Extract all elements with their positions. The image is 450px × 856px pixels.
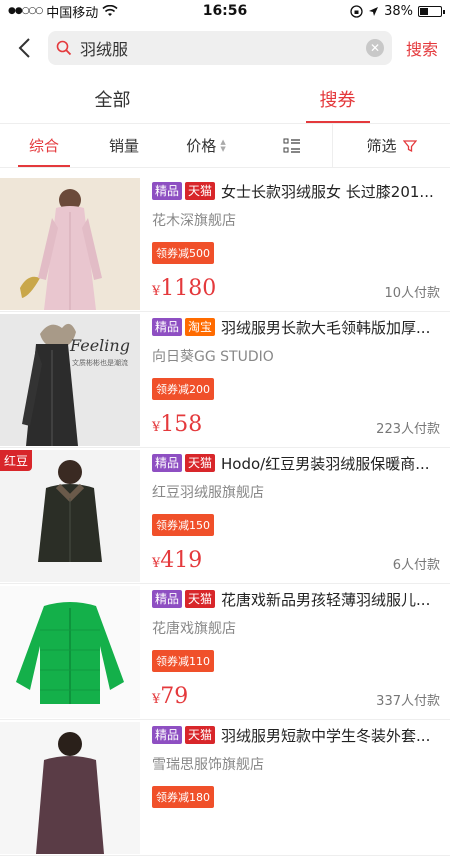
product-image[interactable] [0, 586, 140, 718]
search-button[interactable]: 搜索 [402, 36, 442, 60]
product-item[interactable]: 精品 天猫 女士长款羽绒服女 长过膝201... 花木深旗舰店 领券减500 ¥… [0, 176, 450, 312]
title-row: 精品 天猫 Hodo/红豆男装羽绒服保暖商... [152, 452, 442, 474]
shop-name: 花木深旗舰店 [152, 213, 236, 229]
title-row: 精品 天猫 羽绒服男短款中学生冬装外套... [152, 724, 442, 746]
product-price: ¥1180 [152, 276, 216, 301]
taobao-tag: 淘宝 [185, 318, 216, 336]
title-row: 精品 淘宝 羽绒服男长款大毛领韩版加厚... [152, 316, 442, 338]
funnel-icon [402, 139, 417, 152]
battery-icon [418, 5, 445, 17]
rotation-lock-icon [350, 4, 363, 18]
shop-name: 向日葵GG STUDIO [152, 349, 274, 365]
filter-screen-label: 筛选 [366, 137, 397, 155]
image-subtext: 文质彬彬也是潮流 [72, 359, 128, 367]
boutique-tag: 精品 [152, 590, 183, 608]
sold-count: 6人付款 [392, 558, 440, 573]
product-info: 精品 淘宝 羽绒服男长款大毛领韩版加厚... 向日葵GG STUDIO 领券减2… [140, 312, 450, 447]
price-value: 79 [160, 684, 189, 709]
coat-illustration [0, 314, 140, 446]
sort-arrows-icon: ▲ ▼ [220, 137, 226, 153]
product-image[interactable] [0, 722, 140, 854]
location-icon [369, 6, 379, 16]
clear-icon[interactable]: ✕ [365, 39, 384, 57]
coupon-badge[interactable]: 领券减180 [152, 786, 214, 808]
search-icon [56, 40, 72, 56]
coupon-badge[interactable]: 领券减200 [152, 378, 214, 400]
shop-name: 红豆羽绒服旗舰店 [152, 485, 264, 501]
price-value: 419 [160, 548, 203, 573]
chevron-left-icon [18, 38, 30, 58]
product-item[interactable]: 红豆 精品 天猫 Hodo/红豆男装羽绒服保暖商... 红豆羽绒服旗舰店 领券减… [0, 448, 450, 584]
coupon-badge[interactable]: 领券减500 [152, 242, 214, 264]
product-title: 女士长款羽绒服女 长过膝201... [221, 182, 434, 201]
sold-count: 337人付款 [376, 694, 440, 709]
shop-name: 花唐戏旗舰店 [152, 621, 236, 637]
carrier-label: 中国移动 [46, 5, 99, 21]
brand-badge: 红豆 [0, 450, 33, 471]
product-title: 羽绒服男长款大毛领韩版加厚... [221, 318, 431, 337]
product-item[interactable]: Feeling 文质彬彬也是潮流 精品 淘宝 羽绒服男长款大毛领韩版加厚... … [0, 312, 450, 448]
search-input[interactable]: 羽绒服 ✕ [48, 31, 392, 65]
wifi-icon [102, 5, 118, 16]
tmall-tag: 天猫 [185, 182, 216, 200]
coupon-badge[interactable]: 领券减110 [152, 650, 214, 672]
filter-bar: 综合 销量 价格 ▲ ▼ 筛选 [0, 123, 450, 168]
sold-count: 10人付款 [384, 286, 440, 301]
product-price: ¥419 [152, 548, 202, 573]
layout-toggle-button[interactable] [252, 124, 332, 167]
tab-coupon-search[interactable]: 搜券 [225, 74, 450, 123]
status-bar: ●●○○○ 中国移动 16:56 38% [0, 0, 450, 22]
price-value: 1180 [160, 276, 217, 301]
product-title: 羽绒服男短款中学生冬装外套... [221, 726, 431, 745]
coat-illustration [0, 178, 140, 310]
sold-count: 223人付款 [376, 422, 440, 437]
boutique-tag: 精品 [152, 182, 183, 200]
tab-bar: 全部 搜券 [0, 74, 450, 124]
product-image[interactable] [0, 178, 140, 310]
product-list: 精品 天猫 女士长款羽绒服女 长过膝201... 花木深旗舰店 领券减500 ¥… [0, 176, 450, 856]
filter-comprehensive[interactable]: 综合 [0, 124, 88, 167]
product-price: ¥79 [152, 684, 188, 709]
product-info: 精品 天猫 女士长款羽绒服女 长过膝201... 花木深旗舰店 领券减500 ¥… [140, 176, 450, 311]
back-button[interactable] [8, 32, 40, 64]
signal-icon: ●●○○○ [8, 6, 43, 16]
product-image[interactable]: 红豆 [0, 450, 140, 582]
tmall-tag: 天猫 [185, 590, 216, 608]
product-item[interactable]: 精品 天猫 花唐戏新品男孩轻薄羽绒服儿... 花唐戏旗舰店 领券减110 ¥79… [0, 584, 450, 720]
product-title: Hodo/红豆男装羽绒服保暖商... [221, 454, 430, 473]
image-text: Feeling [70, 336, 130, 355]
list-view-icon [283, 138, 300, 153]
tab-all[interactable]: 全部 [0, 74, 225, 123]
product-info: 精品 天猫 Hodo/红豆男装羽绒服保暖商... 红豆羽绒服旗舰店 领券减150… [140, 448, 450, 583]
boutique-tag: 精品 [152, 726, 183, 744]
search-row: 羽绒服 ✕ 搜索 [0, 22, 450, 74]
filter-comprehensive-label: 综合 [28, 137, 59, 155]
coat-illustration [0, 722, 140, 854]
filter-sales[interactable]: 销量 [88, 124, 160, 167]
filter-price-label: 价格 [186, 137, 217, 155]
coupon-badge[interactable]: 领券减150 [152, 514, 214, 536]
product-price: ¥158 [152, 412, 202, 437]
title-row: 精品 天猫 女士长款羽绒服女 长过膝201... [152, 180, 442, 202]
filter-sales-label: 销量 [108, 137, 139, 155]
price-value: 158 [160, 412, 203, 437]
battery-percent: 38% [384, 3, 413, 19]
product-item[interactable]: 精品 天猫 羽绒服男短款中学生冬装外套... 雪瑞思服饰旗舰店 领券减180 [0, 720, 450, 856]
boutique-tag: 精品 [152, 318, 183, 336]
product-info: 精品 天猫 花唐戏新品男孩轻薄羽绒服儿... 花唐戏旗舰店 领券减110 ¥79… [140, 584, 450, 719]
coat-illustration [0, 586, 140, 718]
status-right: 38% [350, 3, 445, 19]
status-left: ●●○○○ 中国移动 [8, 2, 118, 21]
filter-screen[interactable]: 筛选 [333, 124, 450, 167]
product-info: 精品 天猫 羽绒服男短款中学生冬装外套... 雪瑞思服饰旗舰店 领券减180 [140, 720, 450, 855]
product-title: 花唐戏新品男孩轻薄羽绒服儿... [221, 590, 431, 609]
shop-name: 雪瑞思服饰旗舰店 [152, 757, 264, 773]
search-query: 羽绒服 [80, 40, 129, 59]
filter-price[interactable]: 价格 ▲ ▼ [160, 124, 252, 167]
tmall-tag: 天猫 [185, 454, 216, 472]
title-row: 精品 天猫 花唐戏新品男孩轻薄羽绒服儿... [152, 588, 442, 610]
tmall-tag: 天猫 [185, 726, 216, 744]
boutique-tag: 精品 [152, 454, 183, 472]
product-image[interactable]: Feeling 文质彬彬也是潮流 [0, 314, 140, 446]
